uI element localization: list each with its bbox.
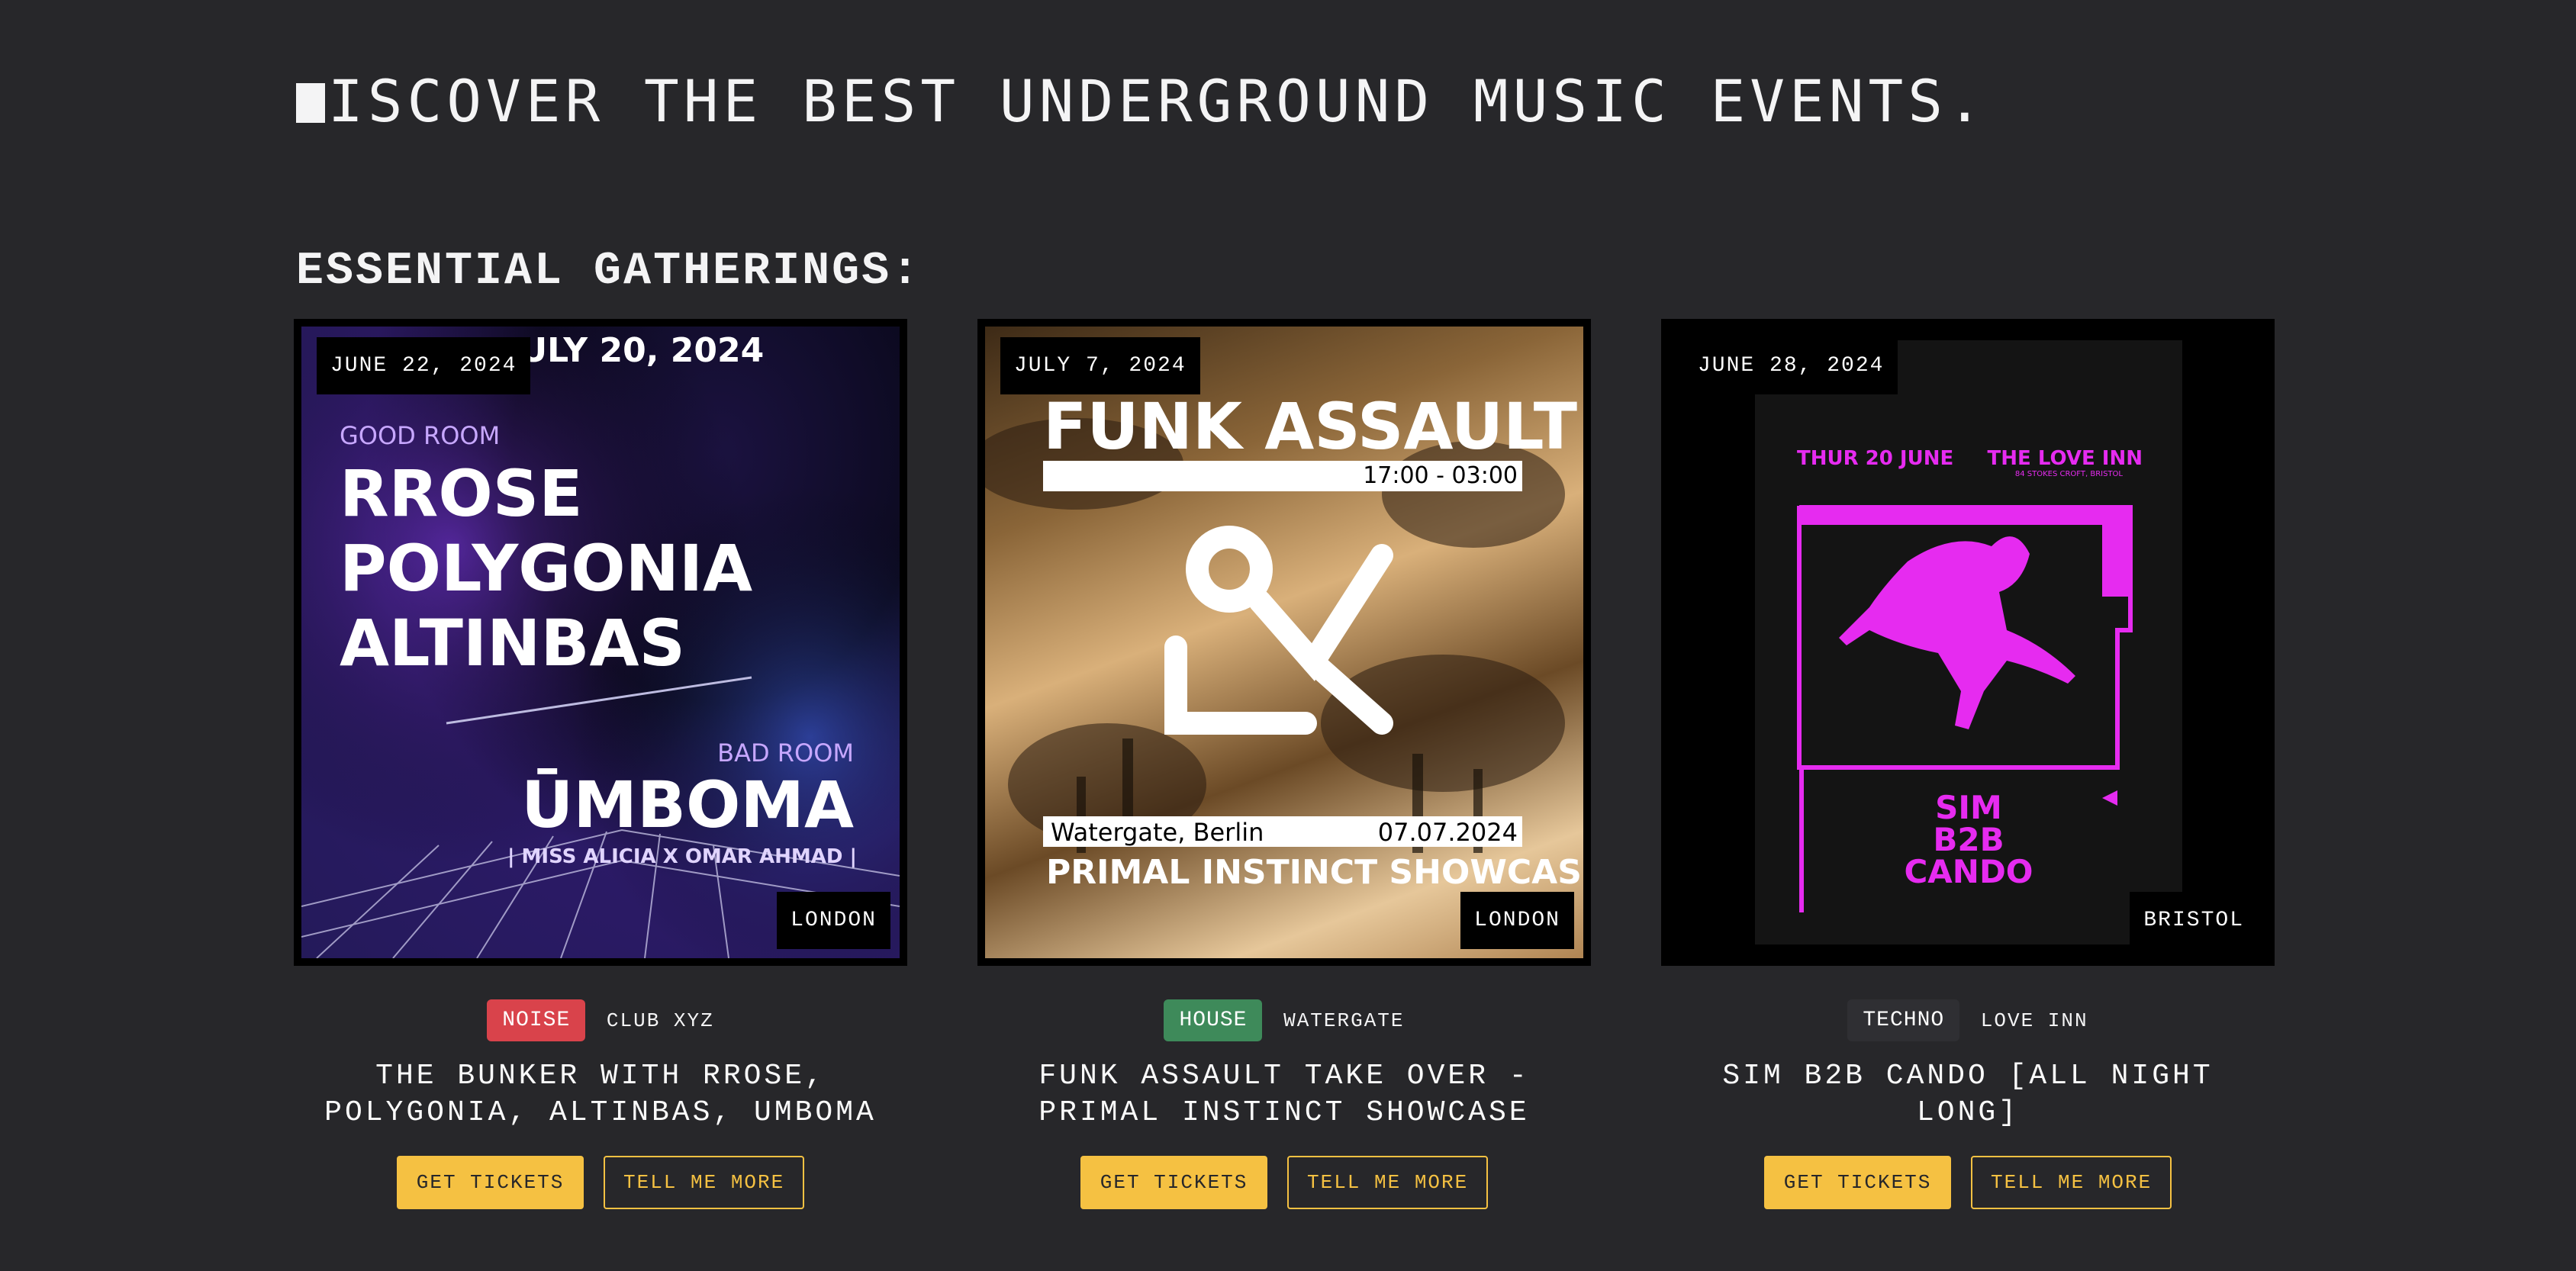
poster-sheet: THUR 20 JUNE THE LOVE INN 84 STOKES CROF… (1755, 340, 2182, 944)
poster-art: THUR 20 JUNE THE LOVE INN 84 STOKES CROF… (1669, 327, 2267, 958)
event-date-badge: JULY 7, 2024 (1000, 337, 1200, 394)
poster-subtitle: PRIMAL INSTINCT SHOWCASE (1046, 853, 1583, 892)
event-card: FUNK ASSAULT 17:00 - 03:00 Watergate, Be… (977, 319, 1591, 1209)
venue-label: CLUB XYZ (606, 1009, 714, 1032)
poster-artist: ALTINBAS (340, 606, 686, 681)
event-actions: GET TICKETS TELL ME MORE (1661, 1156, 2275, 1209)
poster-art: FUNK ASSAULT 17:00 - 03:00 Watergate, Be… (985, 327, 1583, 958)
tell-me-more-button[interactable]: TELL ME MORE (604, 1156, 805, 1209)
event-date-badge: JUNE 22, 2024 (317, 337, 531, 394)
venue-label: LOVE INN (1980, 1009, 2088, 1032)
event-title[interactable]: SIM B2B CANDO [ALL NIGHT LONG] (1692, 1058, 2244, 1131)
tell-me-more-button[interactable]: TELL ME MORE (1971, 1156, 2172, 1209)
poster-date: THUR 20 JUNE (1797, 447, 1954, 470)
cursor-block (296, 83, 325, 123)
event-meta: NOISE CLUB XYZ (294, 999, 907, 1041)
event-date-badge: JUNE 28, 2024 (1684, 337, 1898, 394)
poster-art: JULY 20, 2024 GOOD ROOM RROSE POLYGONIA … (301, 327, 900, 958)
poster-address: 84 STOKES CROFT, BRISTOL (2014, 470, 2123, 478)
event-actions: GET TICKETS TELL ME MORE (294, 1156, 907, 1209)
event-city-badge: BRISTOL (2130, 892, 2258, 949)
event-meta: HOUSE WATERGATE (977, 999, 1591, 1041)
poster-top-date: JULY 20, 2024 (507, 331, 765, 370)
page-heading: ISCOVER THE BEST UNDERGROUND MUSIC EVENT… (296, 67, 1987, 135)
event-poster[interactable]: THUR 20 JUNE THE LOVE INN 84 STOKES CROF… (1661, 319, 2275, 966)
event-actions: GET TICKETS TELL ME MORE (977, 1156, 1591, 1209)
get-tickets-button[interactable]: GET TICKETS (396, 1156, 584, 1209)
genre-tag[interactable]: TECHNO (1847, 999, 1960, 1041)
event-meta: TECHNO LOVE INN (1661, 999, 2275, 1041)
poster-venue: THE LOVE INN (1987, 447, 2143, 470)
venue-label: WATERGATE (1283, 1009, 1405, 1032)
poster-headline: FUNK ASSAULT (1043, 389, 1578, 464)
genre-tag[interactable]: HOUSE (1164, 999, 1263, 1041)
poster-time: 17:00 - 03:00 (1363, 462, 1518, 489)
tell-me-more-button[interactable]: TELL ME MORE (1287, 1156, 1489, 1209)
poster-room-label: BAD ROOM (717, 738, 854, 767)
poster-artist: POLYGONIA (340, 531, 753, 606)
get-tickets-button[interactable]: GET TICKETS (1763, 1156, 1952, 1209)
event-card: JULY 20, 2024 GOOD ROOM RROSE POLYGONIA … (294, 319, 907, 1209)
event-city-badge: LONDON (777, 892, 890, 949)
poster-support: | MISS ALICIA X OMAR AHMAD | (507, 845, 857, 868)
poster-artist: RROSE (340, 456, 583, 531)
poster-date: 07.07.2024 (1377, 818, 1518, 847)
get-tickets-button[interactable]: GET TICKETS (1080, 1156, 1268, 1209)
event-card: THUR 20 JUNE THE LOVE INN 84 STOKES CROF… (1661, 319, 2275, 1209)
event-poster[interactable]: FUNK ASSAULT 17:00 - 03:00 Watergate, Be… (977, 319, 1591, 966)
genre-tag[interactable]: NOISE (487, 999, 586, 1041)
page-heading-text: ISCOVER THE BEST UNDERGROUND MUSIC EVENT… (328, 67, 1987, 135)
event-poster[interactable]: JULY 20, 2024 GOOD ROOM RROSE POLYGONIA … (294, 319, 907, 966)
poster-lineup: CANDO (1904, 853, 2033, 890)
poster-venue: Watergate, Berlin (1051, 818, 1264, 847)
event-title[interactable]: THE BUNKER WITH RROSE, POLYGONIA, ALTINB… (324, 1058, 877, 1131)
poster-room-label: GOOD ROOM (340, 421, 501, 450)
event-city-badge: LONDON (1460, 892, 1574, 949)
section-title: ESSENTIAL GATHERINGS: (296, 246, 922, 298)
poster-headliner: ŪMBOMA (521, 767, 854, 842)
event-title[interactable]: FUNK ASSAULT TAKE OVER - PRIMAL INSTINCT… (1008, 1058, 1560, 1131)
